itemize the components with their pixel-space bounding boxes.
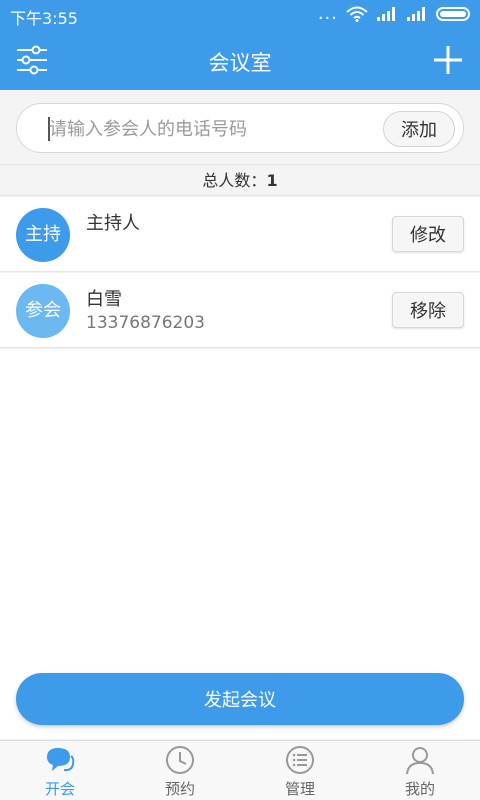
tab-label: 预约: [164, 780, 195, 798]
participant-count-label: 总人数：: [202, 171, 267, 190]
app-bar: 会议室: [0, 30, 480, 90]
tab-label: 我的: [404, 780, 435, 798]
list-item: 主持 主持人 修改: [0, 197, 480, 272]
tab-schedule[interactable]: 预约: [120, 741, 240, 800]
tab-label: 开会: [44, 780, 75, 798]
status-bar: 下午3:55 ...: [0, 0, 480, 30]
list-icon: [286, 746, 314, 774]
signal-icon: [377, 7, 395, 21]
status-icons: ...: [317, 3, 470, 24]
participant-count-value: 1: [266, 171, 278, 190]
tab-manage[interactable]: 管理: [240, 741, 360, 800]
battery-icon: [436, 7, 470, 21]
edit-button[interactable]: 修改: [392, 216, 464, 252]
phone-number-input[interactable]: [49, 114, 369, 144]
wifi-icon: [346, 6, 368, 22]
plus-icon[interactable]: [430, 42, 466, 78]
participant-name: 主持人: [86, 213, 140, 234]
search-area: 添加: [0, 90, 480, 165]
user-icon: [406, 747, 434, 775]
tab-meeting[interactable]: 开会: [0, 741, 120, 800]
status-time: 下午3:55: [10, 9, 78, 28]
clock-icon: [166, 746, 194, 774]
add-participant-button[interactable]: 添加: [383, 111, 455, 147]
more-dots-icon: ...: [317, 3, 338, 24]
bottom-nav: 开会 预约 管理 我的: [0, 740, 480, 800]
start-meeting-button[interactable]: 发起会议: [16, 673, 464, 725]
participant-phone: 13376876203: [86, 313, 205, 333]
participant-name: 白雪: [86, 289, 122, 310]
chat-bubble-icon: [47, 748, 75, 772]
list-item: 参会 白雪 13376876203 移除: [0, 273, 480, 348]
signal-icon: [407, 7, 425, 21]
page-title: 会议室: [208, 51, 272, 75]
tab-label: 管理: [284, 780, 315, 798]
avatar: 参会: [16, 284, 70, 338]
participant-count: 总人数：1: [0, 166, 480, 196]
tab-profile[interactable]: 我的: [360, 741, 480, 800]
remove-button[interactable]: 移除: [392, 292, 464, 328]
avatar: 主持: [16, 208, 70, 262]
search-box: 添加: [16, 103, 464, 153]
